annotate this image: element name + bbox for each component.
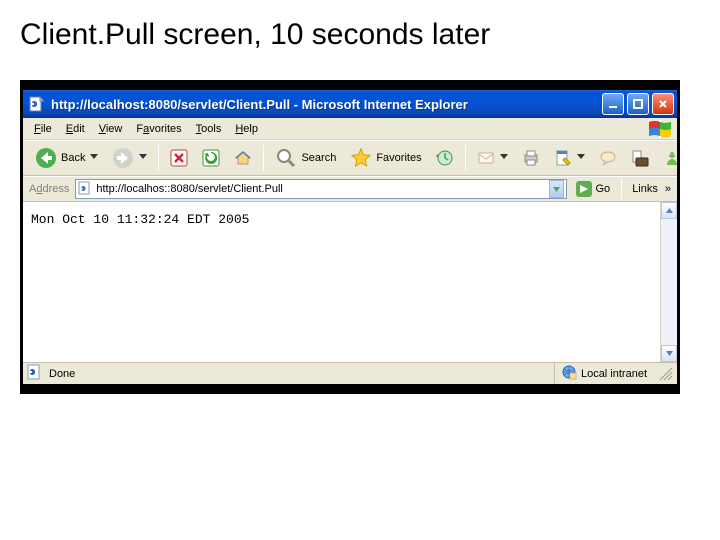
address-dropdown[interactable] bbox=[549, 180, 564, 198]
home-button[interactable] bbox=[228, 145, 258, 171]
minimize-button[interactable] bbox=[602, 93, 624, 115]
status-bar: Done Local intranet bbox=[23, 362, 677, 384]
intranet-icon bbox=[561, 364, 577, 383]
separator-icon bbox=[462, 145, 469, 171]
scroll-track[interactable] bbox=[661, 219, 677, 345]
menu-tools[interactable]: Tools bbox=[189, 121, 229, 137]
messenger-button[interactable] bbox=[657, 145, 687, 171]
separator-icon bbox=[260, 145, 267, 171]
vertical-scrollbar[interactable] bbox=[660, 202, 677, 362]
scroll-up-button[interactable] bbox=[661, 202, 677, 219]
zone-label: Local intranet bbox=[581, 368, 647, 380]
browser-window: http://localhost:8080/servlet/Client.Pul… bbox=[20, 80, 680, 394]
favorites-button[interactable]: Favorites bbox=[344, 143, 427, 173]
stop-button[interactable] bbox=[164, 145, 194, 171]
ie-page-icon bbox=[29, 96, 45, 112]
address-field[interactable]: http://localhos::8080/servlet/Client.Pul… bbox=[75, 179, 566, 199]
edit-button[interactable] bbox=[548, 145, 591, 171]
address-url: http://localhos::8080/servlet/Client.Pul… bbox=[92, 183, 548, 195]
back-button[interactable]: Back bbox=[29, 143, 104, 173]
separator-icon bbox=[155, 145, 162, 171]
research-button[interactable] bbox=[625, 145, 655, 171]
security-zone: Local intranet bbox=[554, 363, 653, 384]
back-label: Back bbox=[61, 152, 85, 164]
search-button[interactable]: Search bbox=[269, 143, 342, 173]
address-bar: Address http://localhos::8080/servlet/Cl… bbox=[23, 176, 677, 202]
chevron-down-icon bbox=[500, 154, 508, 162]
history-button[interactable] bbox=[430, 145, 460, 171]
search-label: Search bbox=[301, 152, 336, 164]
go-button[interactable]: Go bbox=[571, 178, 615, 200]
mail-button[interactable] bbox=[471, 145, 514, 171]
page-body: Mon Oct 10 11:32:24 EDT 2005 bbox=[23, 202, 660, 362]
print-button[interactable] bbox=[516, 145, 546, 171]
titlebar: http://localhost:8080/servlet/Client.Pul… bbox=[23, 90, 677, 118]
menu-file[interactable]: File bbox=[27, 121, 59, 137]
scroll-down-button[interactable] bbox=[661, 345, 677, 362]
windows-flag-icon bbox=[647, 120, 673, 141]
viewport: Mon Oct 10 11:32:24 EDT 2005 bbox=[23, 202, 677, 362]
page-icon bbox=[78, 181, 92, 198]
chevron-down-icon bbox=[139, 154, 147, 162]
toolbar: Back Search Fa bbox=[23, 140, 677, 176]
maximize-button[interactable] bbox=[627, 93, 649, 115]
menu-help[interactable]: Help bbox=[228, 121, 265, 137]
slide-title: Client.Pull screen, 10 seconds later bbox=[20, 18, 700, 52]
status-text: Done bbox=[49, 368, 548, 380]
forward-button[interactable] bbox=[106, 143, 153, 173]
menu-favorites[interactable]: Favorites bbox=[129, 121, 188, 137]
favorites-label: Favorites bbox=[376, 152, 421, 164]
chevron-down-icon bbox=[577, 154, 585, 162]
menu-view[interactable]: View bbox=[92, 121, 130, 137]
address-label: Address bbox=[29, 183, 69, 195]
chevron-right-icon[interactable]: » bbox=[665, 183, 671, 195]
chevron-down-icon bbox=[90, 154, 98, 162]
links-label[interactable]: Links bbox=[629, 183, 661, 195]
resize-grip-icon[interactable] bbox=[659, 367, 673, 381]
menu-edit[interactable]: Edit bbox=[59, 121, 92, 137]
refresh-button[interactable] bbox=[196, 145, 226, 171]
window-title: http://localhost:8080/servlet/Client.Pul… bbox=[51, 97, 599, 112]
separator-icon bbox=[618, 179, 625, 199]
discuss-button[interactable] bbox=[593, 145, 623, 171]
ie-page-icon bbox=[27, 364, 43, 383]
menu-bar: File Edit View Favorites Tools Help bbox=[23, 118, 677, 140]
close-button[interactable] bbox=[652, 93, 674, 115]
go-label: Go bbox=[596, 183, 611, 195]
